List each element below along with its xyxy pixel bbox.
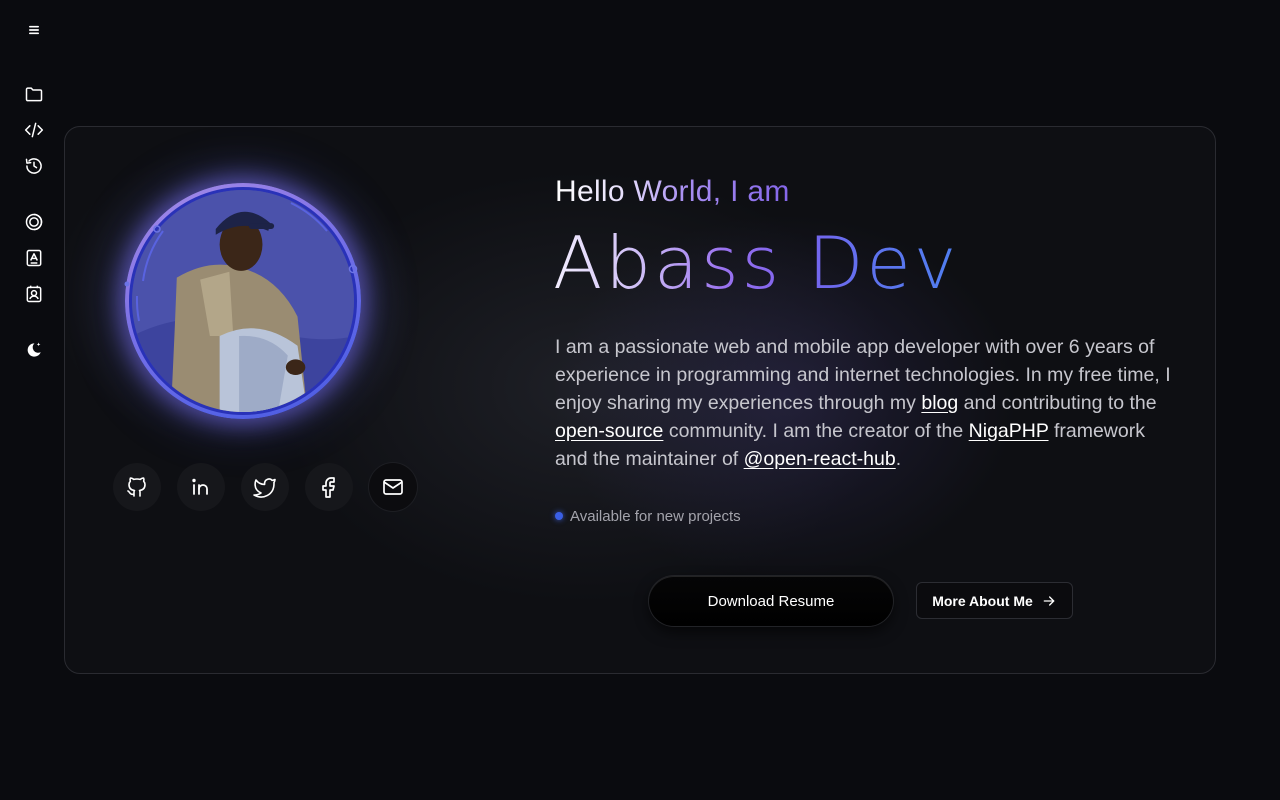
- orbit-decoration: [124, 202, 358, 322]
- hero-card: Hello World, I am Abass Dev I am a passi…: [64, 126, 1216, 674]
- contact-icon: [26, 285, 42, 303]
- bio-text: community. I am the creator of the: [663, 420, 969, 442]
- facebook-icon: [322, 477, 335, 498]
- email-link[interactable]: [369, 463, 417, 511]
- open-react-hub-link[interactable]: @open-react-hub: [744, 448, 896, 470]
- availability-status: Available for new projects: [555, 505, 741, 527]
- arrow-right-icon: [1043, 595, 1055, 606]
- contact-nav-button[interactable]: [22, 282, 46, 306]
- github-icon: [127, 477, 146, 497]
- code-nav-button[interactable]: [22, 118, 46, 142]
- twitter-link[interactable]: [241, 463, 289, 511]
- blog-nav-button[interactable]: [22, 210, 46, 234]
- status-dot: [555, 512, 563, 520]
- sidebar: [0, 0, 68, 800]
- theme-toggle-button[interactable]: [22, 338, 46, 362]
- bio-text: and contributing to the: [958, 392, 1157, 414]
- twitter-icon: [253, 478, 276, 498]
- code-icon: [24, 122, 44, 138]
- bio-paragraph: I am a passionate web and mobile app dev…: [555, 333, 1179, 473]
- open-source-link[interactable]: open-source: [555, 420, 663, 442]
- resume-icon: [26, 249, 42, 267]
- status-text: Available for new projects: [570, 507, 741, 525]
- hero-name: Abass Dev: [553, 221, 960, 305]
- blog-icon: [25, 213, 43, 231]
- menu-button[interactable]: [22, 18, 46, 42]
- more-about-me-label: More About Me: [932, 592, 1033, 609]
- history-icon: [25, 158, 42, 174]
- nigaphp-link[interactable]: NigaPHP: [969, 420, 1049, 442]
- blog-link[interactable]: blog: [921, 392, 958, 414]
- projects-nav-button[interactable]: [22, 82, 46, 106]
- greeting-text: Hello World, I am: [555, 175, 790, 215]
- avatar: [113, 171, 373, 431]
- mail-icon: [383, 479, 403, 495]
- facebook-link[interactable]: [305, 463, 353, 511]
- menu-icon: [29, 25, 40, 35]
- download-resume-label: Download Resume: [707, 592, 835, 610]
- moon-icon: [27, 342, 41, 357]
- linkedin-link[interactable]: [177, 463, 225, 511]
- folder-icon: [25, 87, 43, 102]
- github-link[interactable]: [113, 463, 161, 511]
- social-links: [113, 463, 417, 511]
- history-nav-button[interactable]: [22, 154, 46, 178]
- resume-nav-button[interactable]: [22, 246, 46, 270]
- linkedin-icon: [192, 478, 208, 495]
- more-about-me-button[interactable]: More About Me: [916, 582, 1073, 619]
- download-resume-button[interactable]: Download Resume: [649, 576, 893, 626]
- bio-text: .: [895, 448, 902, 470]
